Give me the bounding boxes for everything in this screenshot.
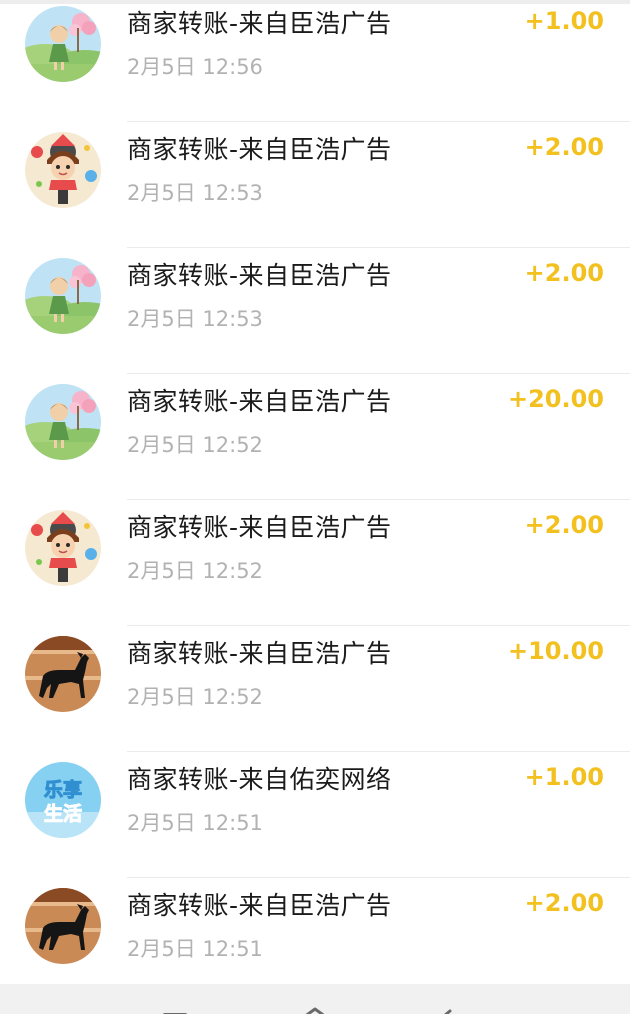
transaction-amount: +2.00: [524, 511, 604, 539]
karaoke-girl-icon: [25, 510, 101, 586]
transaction-amount: +2.00: [524, 259, 604, 287]
transaction-amount: +2.00: [524, 133, 604, 161]
shenghuo-text: 生活: [44, 802, 82, 825]
transaction-time: 2月5日 12:56: [127, 55, 263, 79]
back-icon[interactable]: [440, 1002, 470, 1014]
fairy-girl-icon: [25, 6, 101, 82]
transaction-title: 商家转账-来自臣浩广告: [127, 135, 392, 164]
fairy-girl-icon: [25, 384, 101, 460]
transaction-amount: +10.00: [507, 637, 604, 665]
transaction-amount: +1.00: [524, 7, 604, 35]
transaction-title: 商家转账-来自臣浩广告: [127, 9, 392, 38]
transaction-title: 商家转账-来自臣浩广告: [127, 261, 392, 290]
transaction-title: 商家转账-来自佑奕网络: [127, 765, 392, 794]
transaction-time: 2月5日 12:52: [127, 559, 263, 583]
lexiang-text: 乐享: [44, 778, 82, 801]
transaction-row[interactable]: 商家转账-来自臣浩广告 2月5日 12:52 +2.00: [0, 500, 630, 626]
transaction-title: 商家转账-来自臣浩广告: [127, 639, 392, 668]
black-horse-icon: [25, 636, 101, 712]
transaction-row[interactable]: 商家转账-来自臣浩广告 2月5日 12:53 +2.00: [0, 122, 630, 248]
transaction-row[interactable]: 商家转账-来自臣浩广告 2月5日 12:52 +20.00: [0, 374, 630, 500]
home-icon[interactable]: [300, 1002, 330, 1014]
transaction-time: 2月5日 12:51: [127, 811, 263, 835]
transaction-time: 2月5日 12:52: [127, 433, 263, 457]
system-nav-bar: [0, 984, 630, 1014]
transaction-amount: +1.00: [524, 763, 604, 791]
transaction-time: 2月5日 12:53: [127, 307, 263, 331]
transaction-amount: +2.00: [524, 889, 604, 917]
transaction-title: 商家转账-来自臣浩广告: [127, 513, 392, 542]
transaction-row[interactable]: 乐享 生活 商家转账-来自佑奕网络 2月5日 12:51 +1.00: [0, 752, 630, 878]
transaction-time: 2月5日 12:52: [127, 685, 263, 709]
fairy-girl-icon: [25, 258, 101, 334]
transaction-row[interactable]: 商家转账-来自臣浩广告 2月5日 12:52 +10.00: [0, 626, 630, 752]
transaction-row[interactable]: 商家转账-来自臣浩广告 2月5日 12:53 +2.00: [0, 248, 630, 374]
karaoke-girl-icon: [25, 132, 101, 208]
transaction-list-screen: 商家转账-来自臣浩广告 2月5日 12:56 +1.00 商家转账-来自臣浩广告…: [0, 0, 630, 1014]
lexiang-shenghuo-logo: 乐享 生活: [25, 762, 101, 838]
transaction-time: 2月5日 12:51: [127, 937, 263, 961]
menu-icon[interactable]: [160, 1002, 190, 1014]
transaction-amount: +20.00: [507, 385, 604, 413]
black-horse-icon: [25, 888, 101, 964]
transaction-title: 商家转账-来自臣浩广告: [127, 387, 392, 416]
transaction-row[interactable]: 商家转账-来自臣浩广告 2月5日 12:56 +1.00: [0, 0, 630, 122]
transaction-time: 2月5日 12:53: [127, 181, 263, 205]
transaction-title: 商家转账-来自臣浩广告: [127, 891, 392, 920]
